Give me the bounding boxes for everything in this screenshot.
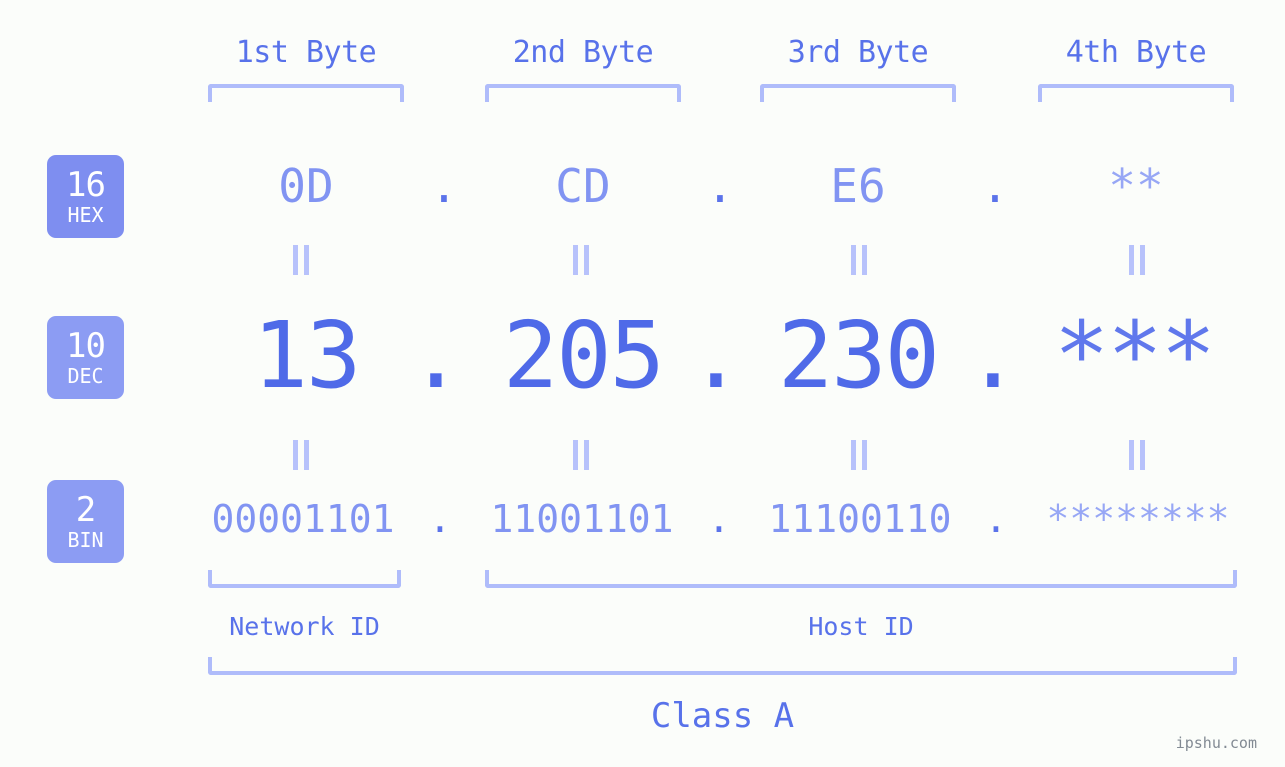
dec-byte-3: 230 (777, 302, 940, 409)
hex-byte-4: ** (1108, 159, 1164, 213)
class-label: Class A (650, 696, 795, 736)
radix-badge-bin-label: BIN (67, 528, 104, 552)
equals-connector-4 (1126, 245, 1148, 275)
hex-separator-3: . (981, 159, 1009, 213)
equals-connector-1 (290, 245, 312, 275)
hex-separator-1: . (430, 159, 458, 213)
radix-badge-dec-number: 10 (66, 326, 106, 366)
dec-separator-2: . (688, 302, 744, 409)
equals-connector-3 (848, 245, 870, 275)
hex-byte-2: CD (555, 159, 611, 213)
equals-connector-7 (848, 440, 870, 470)
dec-separator-3: . (965, 302, 1021, 409)
equals-connector-6 (570, 440, 592, 470)
network-id-bracket (208, 570, 401, 588)
hex-byte-3: E6 (830, 159, 886, 213)
bin-byte-3: 11100110 (768, 497, 952, 541)
hex-separator-2: . (706, 159, 734, 213)
dec-byte-2: 205 (502, 302, 665, 409)
radix-badge-hex: 16 HEX (47, 155, 124, 238)
equals-connector-8 (1126, 440, 1148, 470)
equals-connector-2 (570, 245, 592, 275)
network-id-label: Network ID (229, 612, 380, 641)
dec-byte-4: *** (1053, 302, 1216, 409)
radix-badge-bin-number: 2 (75, 490, 97, 530)
bin-byte-4: ******** (1046, 497, 1230, 541)
bin-byte-2: 11001101 (490, 497, 674, 541)
byte-header-2: 2nd Byte (512, 35, 654, 70)
byte-header-1: 1st Byte (235, 35, 377, 70)
byte-bracket-4 (1038, 84, 1234, 102)
class-bracket (208, 657, 1237, 675)
dec-byte-1: 13 (252, 302, 362, 409)
bin-separator-1: . (428, 497, 452, 541)
radix-badge-dec-label: DEC (67, 364, 104, 388)
radix-badge-hex-number: 16 (66, 165, 106, 205)
host-id-bracket (485, 570, 1237, 588)
dec-separator-1: . (408, 302, 464, 409)
ip-byte-breakdown-diagram: 1st Byte 2nd Byte 3rd Byte 4th Byte 16 H… (0, 0, 1285, 767)
bin-separator-2: . (707, 497, 731, 541)
byte-header-3: 3rd Byte (787, 35, 929, 70)
radix-badge-hex-label: HEX (67, 203, 104, 227)
radix-badge-dec: 10 DEC (47, 316, 124, 399)
bin-byte-1: 00001101 (211, 497, 395, 541)
equals-connector-5 (290, 440, 312, 470)
host-id-label: Host ID (808, 612, 914, 641)
byte-header-4: 4th Byte (1065, 35, 1207, 70)
bin-separator-3: . (984, 497, 1008, 541)
radix-badge-bin: 2 BIN (47, 480, 124, 563)
byte-bracket-2 (485, 84, 681, 102)
byte-bracket-1 (208, 84, 404, 102)
site-watermark: ipshu.com (1175, 734, 1257, 752)
byte-bracket-3 (760, 84, 956, 102)
hex-byte-1: 0D (278, 159, 334, 213)
